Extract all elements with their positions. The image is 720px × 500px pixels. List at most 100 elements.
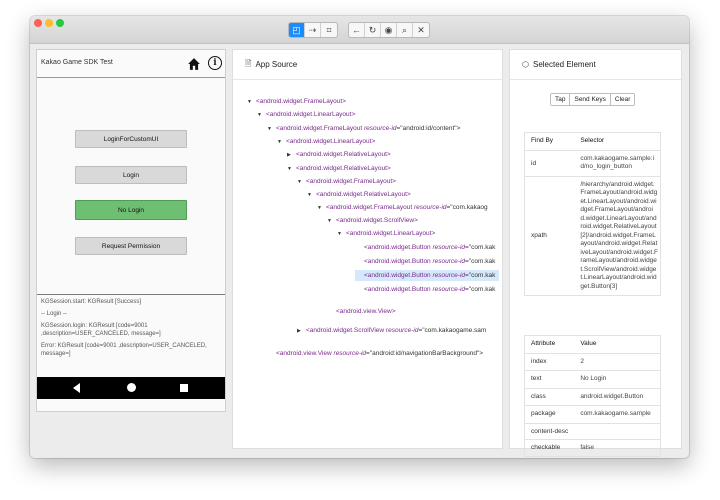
tree-node-value: ="com.kak <box>465 258 496 265</box>
refresh-icon[interactable]: ↻ <box>365 23 381 37</box>
tree-node[interactable]: ▼ <android.widget.LinearLayout> <box>257 109 355 120</box>
tree-node[interactable]: ▼ <android.widget.FrameLayout> <box>247 96 346 107</box>
table-row: checkable false <box>525 440 660 457</box>
tree-node[interactable]: ▼ <android.widget.FrameLayout resource-id… <box>317 202 488 213</box>
expand-arrow-icon[interactable]: ▶ <box>297 326 306 337</box>
nav-home-icon[interactable] <box>127 383 136 392</box>
search-icon[interactable]: ⌕ <box>397 23 413 37</box>
table-row: content-desc <box>525 424 660 440</box>
tree-node-attr: resource-id <box>432 272 466 279</box>
selected-element-title: Selected Element <box>532 60 596 69</box>
tree-node[interactable]: ▼ <android.widget.RelativeLayout> <box>307 189 411 200</box>
login-button[interactable]: Login <box>75 166 187 184</box>
eye-icon[interactable]: ◉ <box>381 23 397 37</box>
log-line: KGSession.login: KGResult [code=9001 ,de… <box>41 323 161 337</box>
tree-node-tag: <android.widget.Button <box>364 258 431 265</box>
log-output: KGSession.start: KGResult [Success] -- L… <box>41 298 225 362</box>
header-cell: Find By <box>531 137 554 144</box>
collapse-arrow-icon[interactable]: ▼ <box>337 229 346 240</box>
tree-node-value: ="com.kakaog <box>446 204 488 211</box>
selected-element-panel: ⬡ Selected Element Tap Send Keys Clear F… <box>509 49 682 457</box>
tree-node-attr: resource-id <box>414 204 447 211</box>
tree-node[interactable]: <android.widget.Button resource-id="com.… <box>355 270 500 281</box>
attribute-name: checkable <box>531 443 561 451</box>
attribute-value: android.widget.Button <box>580 392 644 400</box>
nav-back-icon[interactable] <box>73 383 80 393</box>
main-content: Kakao Game SDK Test i LoginForCustomUI L… <box>30 44 689 458</box>
selector-cell: /hierarchy/android.widget.FrameLayout/an… <box>580 180 658 290</box>
tag-icon: ⬡ <box>522 60 529 69</box>
tree-node[interactable]: ▼ <android.widget.LinearLayout> <box>277 136 375 147</box>
app-title: Kakao Game SDK Test <box>41 59 113 66</box>
tree-node-tag: <android.widget.FrameLayout> <box>306 178 396 185</box>
tree-node[interactable]: ▼ <android.widget.LinearLayout> <box>337 228 435 239</box>
tree-node[interactable]: <android.view.View resource-id="android:… <box>267 348 483 359</box>
app-header: Kakao Game SDK Test i <box>37 50 225 78</box>
table-row[interactable]: id com.kakaogame.sample:id/no_login_butt… <box>525 151 660 177</box>
collapse-arrow-icon[interactable]: ▼ <box>277 137 286 148</box>
header-cell: Value <box>580 340 597 347</box>
attribute-name: content-desc <box>531 427 569 435</box>
swipe-icon[interactable]: ⇢ <box>305 23 321 37</box>
minimize-window-button[interactable] <box>45 19 53 27</box>
home-icon[interactable] <box>187 57 201 71</box>
tree-node[interactable]: ▼ <android.widget.FrameLayout> <box>297 176 396 187</box>
collapse-arrow-icon[interactable]: ▼ <box>297 177 306 188</box>
attribute-value: 2 <box>580 357 584 365</box>
expand-arrow-icon[interactable]: ▶ <box>287 150 296 161</box>
collapse-arrow-icon[interactable]: ▼ <box>307 190 316 201</box>
tap-button[interactable]: Tap <box>551 94 571 105</box>
device-screen[interactable]: Kakao Game SDK Test i LoginForCustomUI L… <box>36 49 226 412</box>
selector-cell: com.kakaogame.sample:id/no_login_button <box>580 154 655 171</box>
send-keys-button[interactable]: Send Keys <box>570 94 611 105</box>
select-element-icon[interactable]: ◰ <box>289 23 305 37</box>
tree-node-value: ="android:id/content"> <box>396 125 461 132</box>
table-row[interactable]: xpath /hierarchy/android.widget.FrameLay… <box>525 177 660 296</box>
tree-node-tag: <android.widget.FrameLayout> <box>256 98 346 105</box>
request-permission-button[interactable]: Request Permission <box>75 237 187 255</box>
tree-node-value: ="com.kak <box>465 286 496 293</box>
inspector-window: ◰ ⇢ ⌗ ← ↻ ◉ ⌕ ✕ Kakao Game SDK Test i Lo… <box>30 16 689 458</box>
tree-node-tag: <android.widget.LinearLayout> <box>266 111 356 118</box>
tree-node[interactable]: <android.view.View> <box>327 306 396 317</box>
close-icon[interactable]: ✕ <box>413 23 429 37</box>
collapse-arrow-icon[interactable]: ▼ <box>287 164 296 175</box>
collapse-arrow-icon[interactable]: ▼ <box>247 97 256 108</box>
collapse-arrow-icon[interactable]: ▼ <box>317 203 326 214</box>
tree-node[interactable]: ▶ <android.widget.ScrollView resource-id=… <box>297 325 486 336</box>
tree-node-tag: <android.widget.LinearLayout> <box>346 230 436 237</box>
close-window-button[interactable] <box>34 19 42 27</box>
tree-node-value: ="android:id/navigationBarBackground"> <box>366 350 484 357</box>
collapse-arrow-icon[interactable]: ▼ <box>257 110 266 121</box>
no-login-button[interactable]: No Login <box>75 200 187 220</box>
table-row: package com.kakaogame.sample <box>525 406 660 424</box>
tap-coordinates-icon[interactable]: ⌗ <box>321 23 337 37</box>
attributes-table: Attribute Value index 2 text No Login cl… <box>524 335 661 457</box>
title-bar: ◰ ⇢ ⌗ ← ↻ ◉ ⌕ ✕ <box>30 16 689 44</box>
collapse-arrow-icon[interactable]: ▼ <box>327 216 336 227</box>
tree-node-tag: <android.widget.FrameLayout <box>326 204 413 211</box>
find-by-table: Find By Selector id com.kakaogame.sample… <box>524 132 661 296</box>
app-source-title: App Source <box>255 60 298 69</box>
nav-recents-icon[interactable] <box>180 384 188 392</box>
clear-button[interactable]: Clear <box>610 94 635 105</box>
tree-node[interactable]: ▶ <android.widget.RelativeLayout> <box>287 149 391 160</box>
info-icon[interactable]: i <box>208 56 222 70</box>
collapse-arrow-icon[interactable]: ▼ <box>267 124 276 135</box>
back-icon[interactable]: ← <box>349 23 365 37</box>
find-by-cell: id <box>531 159 537 167</box>
tree-node[interactable]: <android.widget.Button resource-id="com.… <box>355 284 495 295</box>
zoom-window-button[interactable] <box>56 19 64 27</box>
tree-node[interactable]: <android.widget.Button resource-id="com.… <box>355 242 495 253</box>
tree-node[interactable]: ▼ <android.widget.ScrollView> <box>327 215 418 226</box>
app-source-header: 🗎 App Source <box>233 50 502 80</box>
tree-node[interactable]: ▼ <android.widget.FrameLayout resource-id… <box>267 123 460 134</box>
table-row: index 2 <box>525 354 660 371</box>
tree-node-tag: <android.widget.RelativeLayout> <box>316 191 411 198</box>
login-for-custom-ui-button[interactable]: LoginForCustomUI <box>75 130 187 148</box>
attribute-value: false <box>580 443 595 451</box>
tree-node[interactable]: <android.widget.Button resource-id="com.… <box>355 256 495 267</box>
tree-node[interactable]: ▼ <android.widget.RelativeLayout> <box>287 163 391 174</box>
tree-node-tag: <android.widget.ScrollView> <box>336 217 418 224</box>
action-toolbar: ← ↻ ◉ ⌕ ✕ <box>348 22 430 38</box>
